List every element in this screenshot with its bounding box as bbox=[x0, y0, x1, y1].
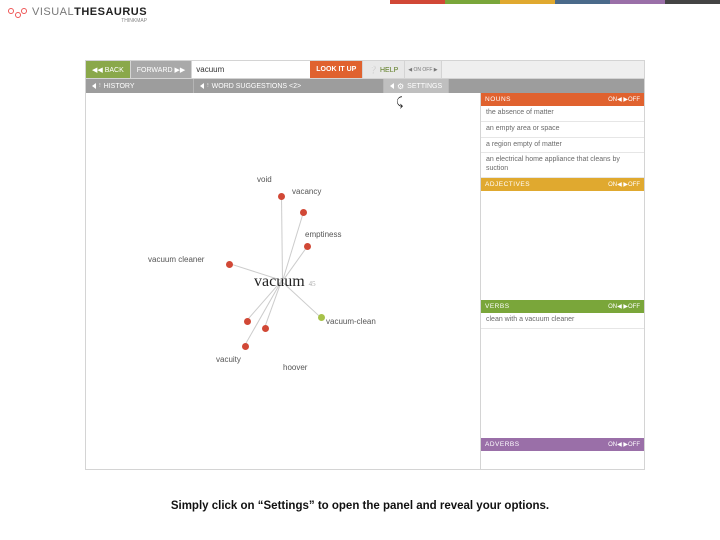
graph-edge bbox=[281, 196, 283, 281]
slide-caption: Simply click on “Settings” to open the p… bbox=[0, 500, 720, 512]
chevron-left-icon bbox=[92, 83, 96, 89]
graph-edge bbox=[282, 212, 304, 281]
top-color-stripe bbox=[390, 0, 720, 4]
graph-word[interactable]: void bbox=[257, 175, 272, 184]
forward-button[interactable]: FORWARD ▶▶ bbox=[131, 61, 193, 78]
graph-word[interactable]: hoover bbox=[283, 363, 307, 372]
definition-item[interactable]: an empty area or space bbox=[481, 122, 644, 138]
cursor-icon: ⤹ bbox=[396, 95, 403, 110]
graph-node[interactable] bbox=[304, 243, 311, 250]
graph-node[interactable] bbox=[244, 318, 251, 325]
graph-node[interactable] bbox=[278, 193, 285, 200]
graph-word[interactable]: vacuum-clean bbox=[326, 317, 376, 326]
toolbar: ◀◀ BACK FORWARD ▶▶ LOOK IT UP ❔ HELP ◀ O… bbox=[86, 61, 644, 79]
search-input[interactable] bbox=[192, 61, 310, 78]
chevron-left-icon bbox=[390, 83, 394, 89]
suggestions-tab[interactable]: ፧WORD SUGGESTIONS <2> bbox=[194, 79, 384, 93]
graph-node[interactable] bbox=[300, 209, 307, 216]
graph-node[interactable] bbox=[318, 314, 325, 321]
sound-toggle[interactable]: ◀ ON OFF ▶ bbox=[405, 61, 441, 78]
definition-item[interactable]: a region empty of matter bbox=[481, 138, 644, 154]
graph-node[interactable] bbox=[262, 325, 269, 332]
panel-header-adjectives[interactable]: ADJECTIVESON◀ ▶OFF bbox=[481, 178, 644, 191]
panel-header-verbs[interactable]: VERBSON◀ ▶OFF bbox=[481, 300, 644, 313]
help-button[interactable]: ❔ HELP bbox=[363, 61, 405, 78]
definition-item[interactable]: an electrical home appliance that cleans… bbox=[481, 153, 644, 178]
brand-logo: VISUALTHESAURUS THINKMAP bbox=[8, 6, 147, 24]
logo-icon bbox=[8, 8, 28, 22]
panel-header-nouns[interactable]: NOUNSON◀ ▶OFF bbox=[481, 93, 644, 106]
graph-word[interactable]: vacuity bbox=[216, 355, 241, 364]
definitions-sidebar: NOUNSON◀ ▶OFF the absence of matteran em… bbox=[480, 93, 644, 469]
graph-node[interactable] bbox=[226, 261, 233, 268]
graph-node[interactable] bbox=[242, 343, 249, 350]
graph-word[interactable]: vacuum cleaner bbox=[148, 255, 204, 264]
sub-toolbar: ፧HISTORY ፧WORD SUGGESTIONS <2> ⚙SETTINGS bbox=[86, 79, 644, 93]
gear-icon: ⚙ bbox=[397, 82, 404, 91]
brand-light: VISUAL bbox=[32, 6, 74, 18]
graph-word[interactable]: emptiness bbox=[305, 230, 341, 239]
definition-item[interactable]: clean with a vacuum cleaner bbox=[481, 313, 644, 329]
brand-bold: THESAURUS bbox=[74, 6, 147, 18]
history-tab[interactable]: ፧HISTORY bbox=[86, 79, 194, 93]
app-window: ◀◀ BACK FORWARD ▶▶ LOOK IT UP ❔ HELP ◀ O… bbox=[85, 60, 645, 470]
chevron-left-icon bbox=[200, 83, 204, 89]
graph-word[interactable]: vacancy bbox=[292, 187, 321, 196]
settings-tab[interactable]: ⚙SETTINGS bbox=[384, 79, 449, 93]
panel-header-adverbs[interactable]: ADVERBSON◀ ▶OFF bbox=[481, 438, 644, 451]
brand-tagline: THINKMAP bbox=[32, 18, 147, 24]
definition-item[interactable]: the absence of matter bbox=[481, 106, 644, 122]
word-graph-canvas[interactable]: vacuum 45 void vacancy emptiness vacuum clea… bbox=[86, 93, 480, 469]
lookup-button[interactable]: LOOK IT UP bbox=[310, 61, 363, 78]
back-button[interactable]: ◀◀ BACK bbox=[86, 61, 131, 78]
graph-center-word[interactable]: vacuum 45 bbox=[254, 273, 316, 291]
